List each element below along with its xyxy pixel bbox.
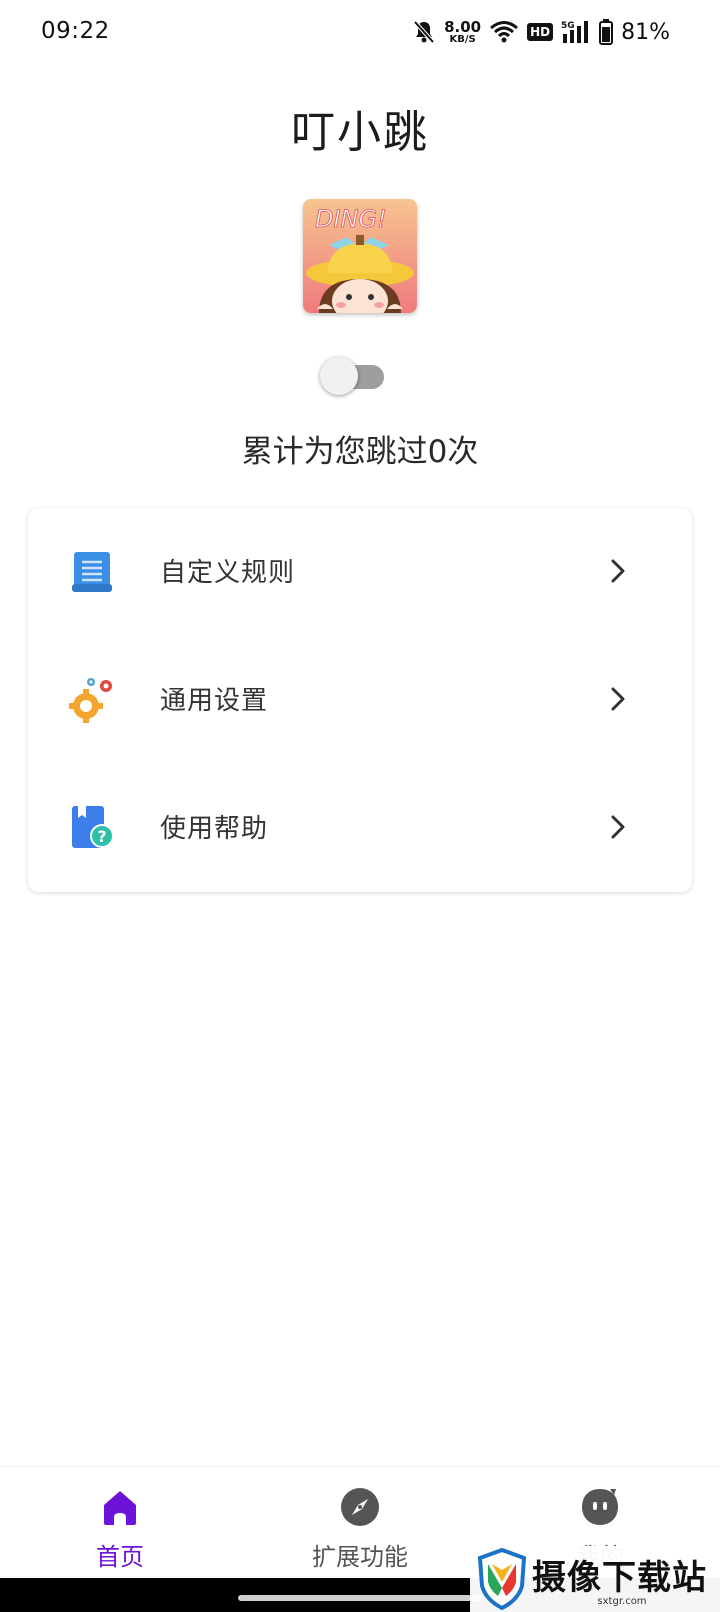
net-speed: 8.00 KB/S — [444, 17, 482, 45]
battery-icon — [599, 19, 614, 45]
menu-item-label: 通用设置 — [160, 686, 269, 716]
skip-count-text: 累计为您跳过0次 — [241, 434, 479, 470]
menu-item-help[interactable]: ? 使用帮助 — [28, 764, 692, 892]
menu-item-custom-rules[interactable]: 自定义规则 — [28, 508, 692, 636]
chevron-right-icon — [611, 687, 625, 711]
signal-icon: 5G — [561, 21, 589, 43]
gears-icon — [69, 678, 112, 723]
svg-text:?: ? — [97, 827, 106, 846]
status-bar: 09:22 8.00 KB/S HD 5G 81% — [0, 0, 720, 64]
service-toggle[interactable] — [320, 355, 386, 397]
menu-item-label: 使用帮助 — [160, 814, 269, 844]
menu-item-label: 自定义规则 — [160, 558, 296, 588]
chevron-right-icon — [611, 559, 625, 583]
status-icons: 8.00 KB/S HD 5G 81% — [412, 16, 670, 48]
battery-percent: 81% — [621, 19, 670, 45]
mute-bell-icon — [413, 20, 435, 44]
nav-tab-extensions[interactable]: 扩展功能 — [270, 1467, 450, 1579]
watermark-shield-logo — [477, 1548, 527, 1610]
net-speed-unit: KB/S — [449, 33, 476, 45]
gesture-handle[interactable] — [238, 1595, 482, 1601]
app-title: 叮小跳 — [291, 107, 429, 158]
logo-text: DING! — [315, 205, 387, 233]
watermark-url: sxtgr.com — [597, 1596, 647, 1607]
help-book-icon: ? — [72, 806, 114, 848]
hd-icon: HD — [527, 23, 554, 41]
svg-text:5G: 5G — [561, 21, 575, 31]
nav-tab-home[interactable]: 首页 — [30, 1467, 210, 1579]
watermark-title: 摄像下载站 — [532, 1558, 707, 1598]
status-time: 09:22 — [41, 18, 110, 44]
menu-item-general-settings[interactable]: 通用设置 — [28, 636, 692, 764]
menu-card: 自定义规则 通用设置 ? 使用帮助 — [28, 508, 692, 892]
compass-icon — [341, 1488, 379, 1526]
chevron-right-icon — [611, 815, 625, 839]
nav-label: 首页 — [96, 1543, 144, 1571]
app-logo-art: DING! — [303, 199, 417, 313]
watermark: 摄像下载站 sxtgr.com — [470, 1546, 720, 1612]
net-speed-value: 8.00 — [444, 17, 482, 36]
toggle-thumb — [320, 357, 358, 395]
wifi-icon — [490, 21, 519, 43]
rules-document-icon — [72, 552, 112, 592]
app-logo: DING! — [303, 199, 417, 313]
profile-face-icon — [582, 1489, 618, 1525]
home-icon — [104, 1491, 136, 1525]
nav-label: 扩展功能 — [312, 1543, 408, 1571]
